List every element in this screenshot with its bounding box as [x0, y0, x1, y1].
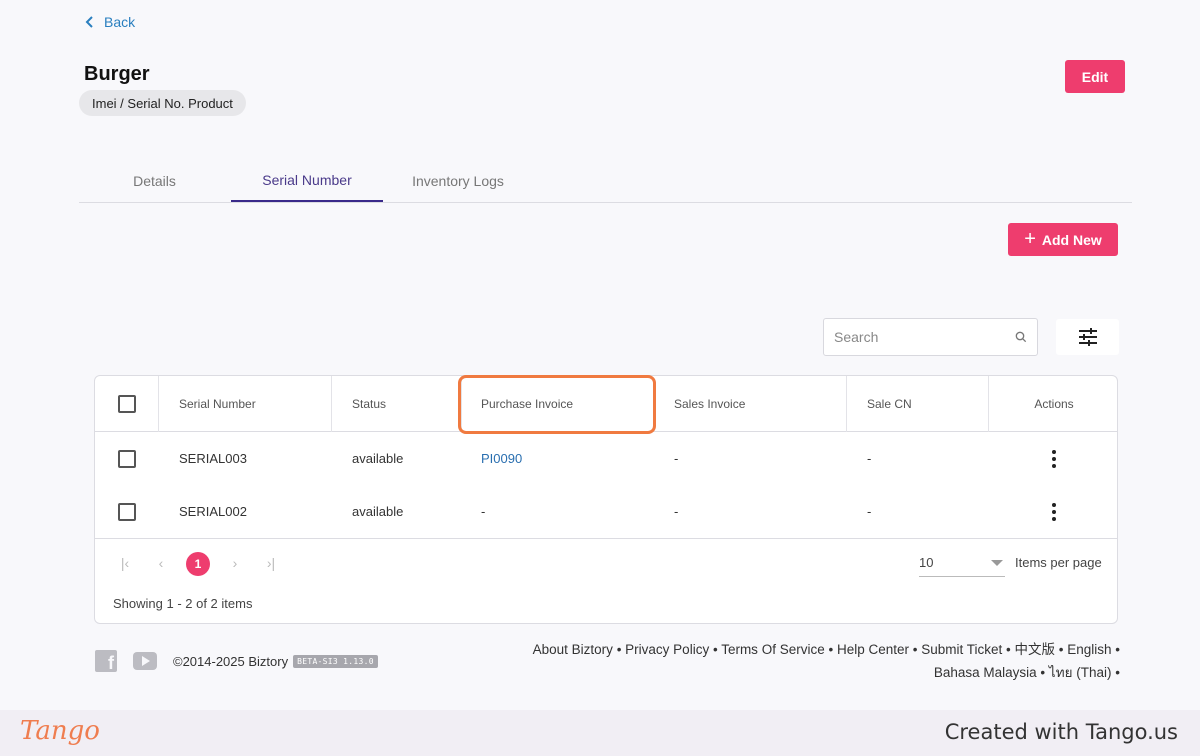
footer-link-english[interactable]: English — [1067, 642, 1111, 657]
footer-link-privacy[interactable]: Privacy Policy — [625, 642, 709, 657]
header-actions: Actions — [1034, 397, 1074, 411]
tango-watermark-bar: Tango Created with Tango.us — [0, 710, 1200, 756]
footer-link-about[interactable]: About Biztory — [533, 642, 613, 657]
select-all-checkbox[interactable] — [117, 395, 136, 413]
table-row: SERIAL003 available PI0090 - - — [95, 432, 1117, 485]
footer-link-terms[interactable]: Terms Of Service — [721, 642, 825, 657]
copyright: ©2014-2025 Biztory — [173, 653, 289, 669]
footer-link-help[interactable]: Help Center — [837, 642, 909, 657]
pagination: |‹ ‹ 1 › ›| 10 Items per page Showing 1 … — [95, 538, 1117, 623]
page-number-current[interactable]: 1 — [186, 552, 210, 576]
cell-serial-number: SERIAL003 — [179, 451, 247, 466]
column-settings-button[interactable] — [1056, 319, 1119, 355]
tab-serial-number[interactable]: Serial Number — [231, 160, 383, 202]
per-page-value: 10 — [919, 555, 934, 570]
last-page-icon[interactable]: ›| — [259, 551, 283, 575]
header-checkbox-cell — [95, 376, 159, 432]
cell-purchase-invoice-link[interactable]: PI0090 — [481, 432, 522, 485]
add-new-label: Add New — [1041, 231, 1102, 248]
cell-actions — [989, 432, 1117, 485]
row-checkbox[interactable] — [118, 502, 136, 521]
sliders-icon — [1078, 328, 1097, 346]
cell-sales-invoice: - — [674, 504, 679, 519]
page: Back Burger Imei / Serial No. Product Ed… — [0, 0, 1200, 710]
cell-actions — [989, 485, 1117, 538]
back-link[interactable]: Back — [84, 14, 135, 30]
table-header: Serial Number Status Purchase Invoice Sa… — [95, 376, 1117, 432]
cell-sale-cn: - — [867, 504, 872, 519]
back-label: Back — [104, 14, 136, 30]
tango-logo: Tango — [20, 716, 100, 746]
footer-link-submit-ticket[interactable]: Submit Ticket — [921, 642, 1002, 657]
next-page-icon[interactable]: › — [223, 551, 247, 575]
search-icon[interactable] — [1015, 328, 1027, 346]
tab-details[interactable]: Details — [79, 160, 230, 202]
serial-table: Serial Number Status Purchase Invoice Sa… — [94, 375, 1118, 624]
version-badge: BETA-SI3 1.13.0 — [293, 654, 378, 668]
search-box — [823, 318, 1038, 356]
header-purchase-invoice[interactable]: Purchase Invoice — [462, 376, 655, 432]
header-sales-invoice[interactable]: Sales Invoice — [655, 376, 847, 432]
footer-link-malay[interactable]: Bahasa Malaysia — [934, 665, 1037, 680]
cell-status: available — [352, 504, 404, 519]
prev-page-icon[interactable]: ‹ — [149, 551, 173, 575]
page-title: Burger — [84, 63, 150, 85]
edit-button[interactable]: Edit — [1065, 60, 1125, 93]
first-page-icon[interactable]: |‹ — [113, 551, 137, 575]
tab-bar: Details Serial Number Inventory Logs — [79, 160, 1132, 203]
header-serial-number[interactable]: Serial Number — [159, 376, 332, 432]
cell-purchase-invoice: - — [481, 504, 486, 519]
footer-social: f ©2014-2025 Biztory BETA-SI3 1.13.0 — [95, 650, 378, 672]
footer-link-thai[interactable]: ไทย (Thai) — [1049, 665, 1112, 680]
tango-created-with: Created with Tango.us — [944, 720, 1178, 744]
row-checkbox[interactable] — [118, 449, 136, 468]
cell-sales-invoice: - — [674, 451, 679, 466]
showing-count: Showing 1 - 2 of 2 items — [113, 596, 253, 611]
tab-inventory-logs[interactable]: Inventory Logs — [383, 160, 533, 202]
chevron-left-icon — [85, 16, 93, 28]
row-actions-menu-icon[interactable] — [1044, 499, 1064, 525]
items-per-page-label: Items per page — [1015, 555, 1102, 570]
per-page-select[interactable]: 10 — [919, 549, 1005, 577]
header-status[interactable]: Status — [332, 376, 462, 432]
product-type-badge: Imei / Serial No. Product — [79, 90, 246, 116]
table-row: SERIAL002 available - - - — [95, 485, 1117, 538]
cell-sale-cn: - — [867, 451, 872, 466]
plus-icon: + — [1024, 227, 1036, 250]
search-input[interactable] — [834, 329, 1015, 345]
facebook-icon[interactable]: f — [95, 650, 117, 672]
add-new-button[interactable]: + Add New — [1008, 223, 1118, 256]
footer-links: About Biztory • Privacy Policy • Terms O… — [532, 642, 1120, 680]
youtube-icon[interactable] — [133, 652, 157, 670]
caret-down-icon — [991, 559, 1003, 566]
row-checkbox-cell — [95, 432, 159, 485]
header-sale-cn[interactable]: Sale CN — [847, 376, 989, 432]
cell-status: available — [352, 451, 404, 466]
row-checkbox-cell — [95, 485, 159, 538]
row-actions-menu-icon[interactable] — [1044, 446, 1064, 472]
cell-serial-number: SERIAL002 — [179, 504, 247, 519]
footer-link-chinese[interactable]: 中文版 — [1015, 642, 1056, 657]
